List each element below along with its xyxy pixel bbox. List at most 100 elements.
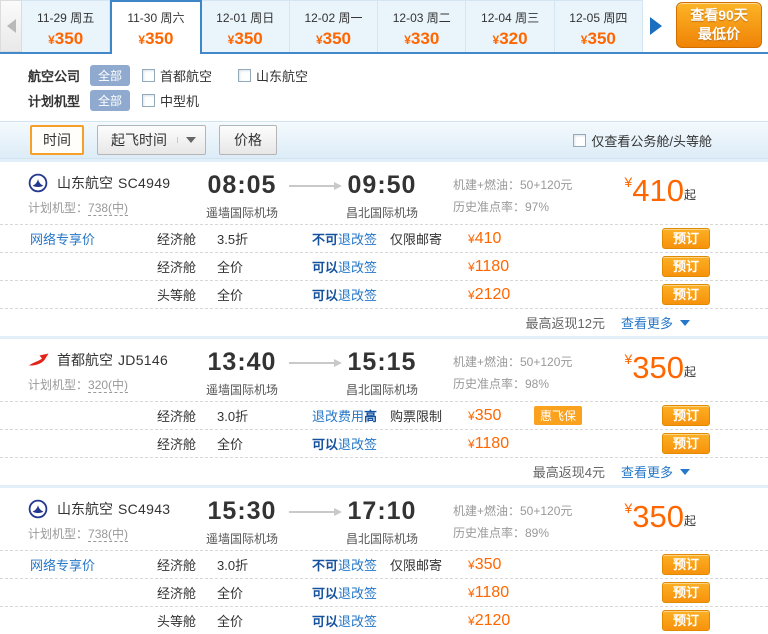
fare-price: ¥1180 — [468, 258, 530, 276]
date-tab-bar: 11-29 周五 ¥350 11-30 周六 ¥350 12-01 周日 ¥35… — [0, 0, 768, 54]
depart-airport: 遥墙国际机场 — [197, 204, 287, 221]
aircraft-type-label: 计划机型： — [28, 201, 88, 215]
cabin-class-label: 头等舱 — [157, 285, 217, 304]
tab-price-label: ¥330 — [378, 29, 465, 49]
shandong-airlines-logo — [28, 499, 50, 519]
aircraft-filter-label: 计划机型 — [28, 91, 80, 110]
business-first-class-only-checkbox[interactable]: 仅查看公务舱/头等舱 — [573, 131, 712, 150]
airline-name: 首都航空 — [57, 350, 113, 370]
date-tab[interactable]: 12-03 周二 ¥330 — [378, 0, 466, 52]
checkbox-icon[interactable] — [238, 69, 251, 82]
depart-time: 13:40 — [197, 350, 287, 375]
depart-time-sort-select[interactable]: 起飞时间 — [97, 125, 206, 155]
chevron-down-icon[interactable] — [680, 469, 690, 475]
aircraft-type-label: 计划机型： — [28, 527, 88, 541]
flight-number: SC4943 — [118, 501, 170, 517]
airport-fuel-fee-label: 机建+燃油：50+120元 — [453, 500, 597, 522]
fare-price: ¥2120 — [468, 612, 530, 630]
refund-policy-link[interactable]: 可以退改签 — [312, 285, 390, 304]
prev-dates-button[interactable] — [0, 0, 22, 52]
date-tab[interactable]: 12-01 周日 ¥350 — [202, 0, 290, 52]
price-value: 410 — [632, 173, 684, 208]
book-button[interactable]: 预订 — [662, 554, 710, 575]
airport-fuel-fee-label: 机建+燃油：50+120元 — [453, 174, 597, 196]
cabin-class-label: 经济舱 — [157, 229, 217, 248]
aircraft-option-medium[interactable]: 中型机 — [142, 91, 199, 110]
tab-date-label: 12-02 周一 — [290, 9, 377, 26]
arrive-airport: 昌北国际机场 — [337, 381, 427, 398]
cabin-class-label: 头等舱 — [157, 611, 217, 630]
aircraft-type: 计划机型：738(中) — [28, 525, 197, 542]
arrive-airport: 昌北国际机场 — [337, 530, 427, 547]
date-tab[interactable]: 12-02 周一 ¥350 — [290, 0, 378, 52]
flight-direction-arrow-icon — [289, 511, 335, 513]
book-button[interactable]: 预订 — [662, 433, 710, 454]
depart-airport: 遥墙国际机场 — [197, 530, 287, 547]
book-button[interactable]: 预订 — [662, 228, 710, 249]
restriction-label: 购票限制 — [390, 406, 468, 425]
tab-price-label: ¥350 — [555, 29, 642, 49]
capital-airlines-logo — [28, 352, 50, 368]
checkbox-icon[interactable] — [573, 134, 586, 147]
airline-name: 山东航空 — [57, 173, 113, 193]
aircraft-type-value[interactable]: 738(中) — [88, 527, 128, 542]
tab-date-label: 12-01 周日 — [202, 9, 289, 26]
business-first-class-only-label: 仅查看公务舱/头等舱 — [591, 131, 712, 150]
date-tab[interactable]: 12-04 周三 ¥320 — [466, 0, 554, 52]
cabin-class-label: 经济舱 — [157, 406, 217, 425]
restriction-label: 仅限邮寄 — [390, 555, 468, 574]
checkbox-icon[interactable] — [142, 94, 155, 107]
airline-option-shandong[interactable]: 山东航空 — [238, 66, 308, 85]
view-90day-lowest-price-button[interactable]: 查看90天 最低价 — [676, 2, 762, 48]
airline-filter-row: 航空公司 全部 首都航空 山东航空 — [28, 63, 768, 88]
chevron-down-icon — [177, 137, 196, 143]
date-tab[interactable]: 12-05 周四 ¥350 — [555, 0, 643, 52]
refund-policy-link[interactable]: 可以退改签 — [312, 611, 390, 630]
date-tab[interactable]: 11-30 周六 ¥350 — [110, 0, 201, 54]
cabin-class-label: 经济舱 — [157, 583, 217, 602]
tab-date-label: 11-30 周六 — [112, 9, 199, 26]
cabin-class-label: 经济舱 — [157, 555, 217, 574]
book-button[interactable]: 预订 — [662, 284, 710, 305]
date-tab[interactable]: 11-29 周五 ¥350 — [22, 0, 110, 52]
arrive-time: 15:15 — [337, 350, 427, 375]
price-value: 350 — [632, 499, 684, 534]
airline-name: 山东航空 — [57, 499, 113, 519]
refund-policy-link[interactable]: 可以退改签 — [312, 434, 390, 453]
tab-date-label: 11-29 周五 — [22, 9, 109, 26]
fare-tag-link[interactable]: 网络专享价 — [0, 555, 157, 574]
lowest-price: ¥410起 — [597, 173, 768, 224]
refund-policy-link[interactable]: 可以退改签 — [312, 257, 390, 276]
cashback-label: 最高返现4元 — [533, 462, 605, 481]
fare-tag-link[interactable]: 网络专享价 — [0, 229, 157, 248]
filter-panel: 航空公司 全部 首都航空 山东航空 计划机型 全部 中型机 — [0, 54, 768, 115]
airline-option-capital[interactable]: 首都航空 — [142, 66, 212, 85]
book-button[interactable]: 预订 — [662, 256, 710, 277]
fare-list: 经济舱 3.0折 退改费用高 购票限制 ¥350 惠飞保 预订 经济舱 全价 可… — [0, 401, 768, 457]
aircraft-type-value[interactable]: 320(中) — [88, 378, 128, 393]
lowest-price-button-line2: 最低价 — [698, 26, 740, 42]
refund-policy-link[interactable]: 不可退改签 — [312, 229, 390, 248]
book-button[interactable]: 预订 — [662, 405, 710, 426]
view-more-link[interactable]: 查看更多 — [621, 313, 673, 332]
airline-option-capital-label: 首都航空 — [160, 66, 212, 85]
checkbox-icon[interactable] — [142, 69, 155, 82]
refund-policy-link[interactable]: 不可退改签 — [312, 555, 390, 574]
airline-filter-all-chip[interactable]: 全部 — [90, 65, 130, 86]
flight-number: SC4949 — [118, 175, 170, 191]
refund-policy-link[interactable]: 退改费用高 — [312, 406, 390, 425]
book-button[interactable]: 预订 — [662, 582, 710, 603]
refund-policy-link[interactable]: 可以退改签 — [312, 583, 390, 602]
discount-label: 3.0折 — [217, 555, 312, 574]
chevron-down-icon[interactable] — [680, 320, 690, 326]
sort-by-price-button[interactable]: 价格 — [219, 125, 277, 155]
aircraft-type-value[interactable]: 738(中) — [88, 201, 128, 216]
view-more-link[interactable]: 查看更多 — [621, 462, 673, 481]
flight-footer: 最高返现12元 查看更多 — [0, 308, 768, 336]
fare-row: 网络专享价 经济舱 3.0折 不可退改签 仅限邮寄 ¥350 预订 — [0, 550, 768, 578]
next-dates-button[interactable] — [643, 0, 669, 52]
sort-by-time-button[interactable]: 时间 — [30, 125, 84, 155]
cabin-class-label: 经济舱 — [157, 257, 217, 276]
book-button[interactable]: 预订 — [662, 610, 710, 631]
aircraft-filter-all-chip[interactable]: 全部 — [90, 90, 130, 111]
